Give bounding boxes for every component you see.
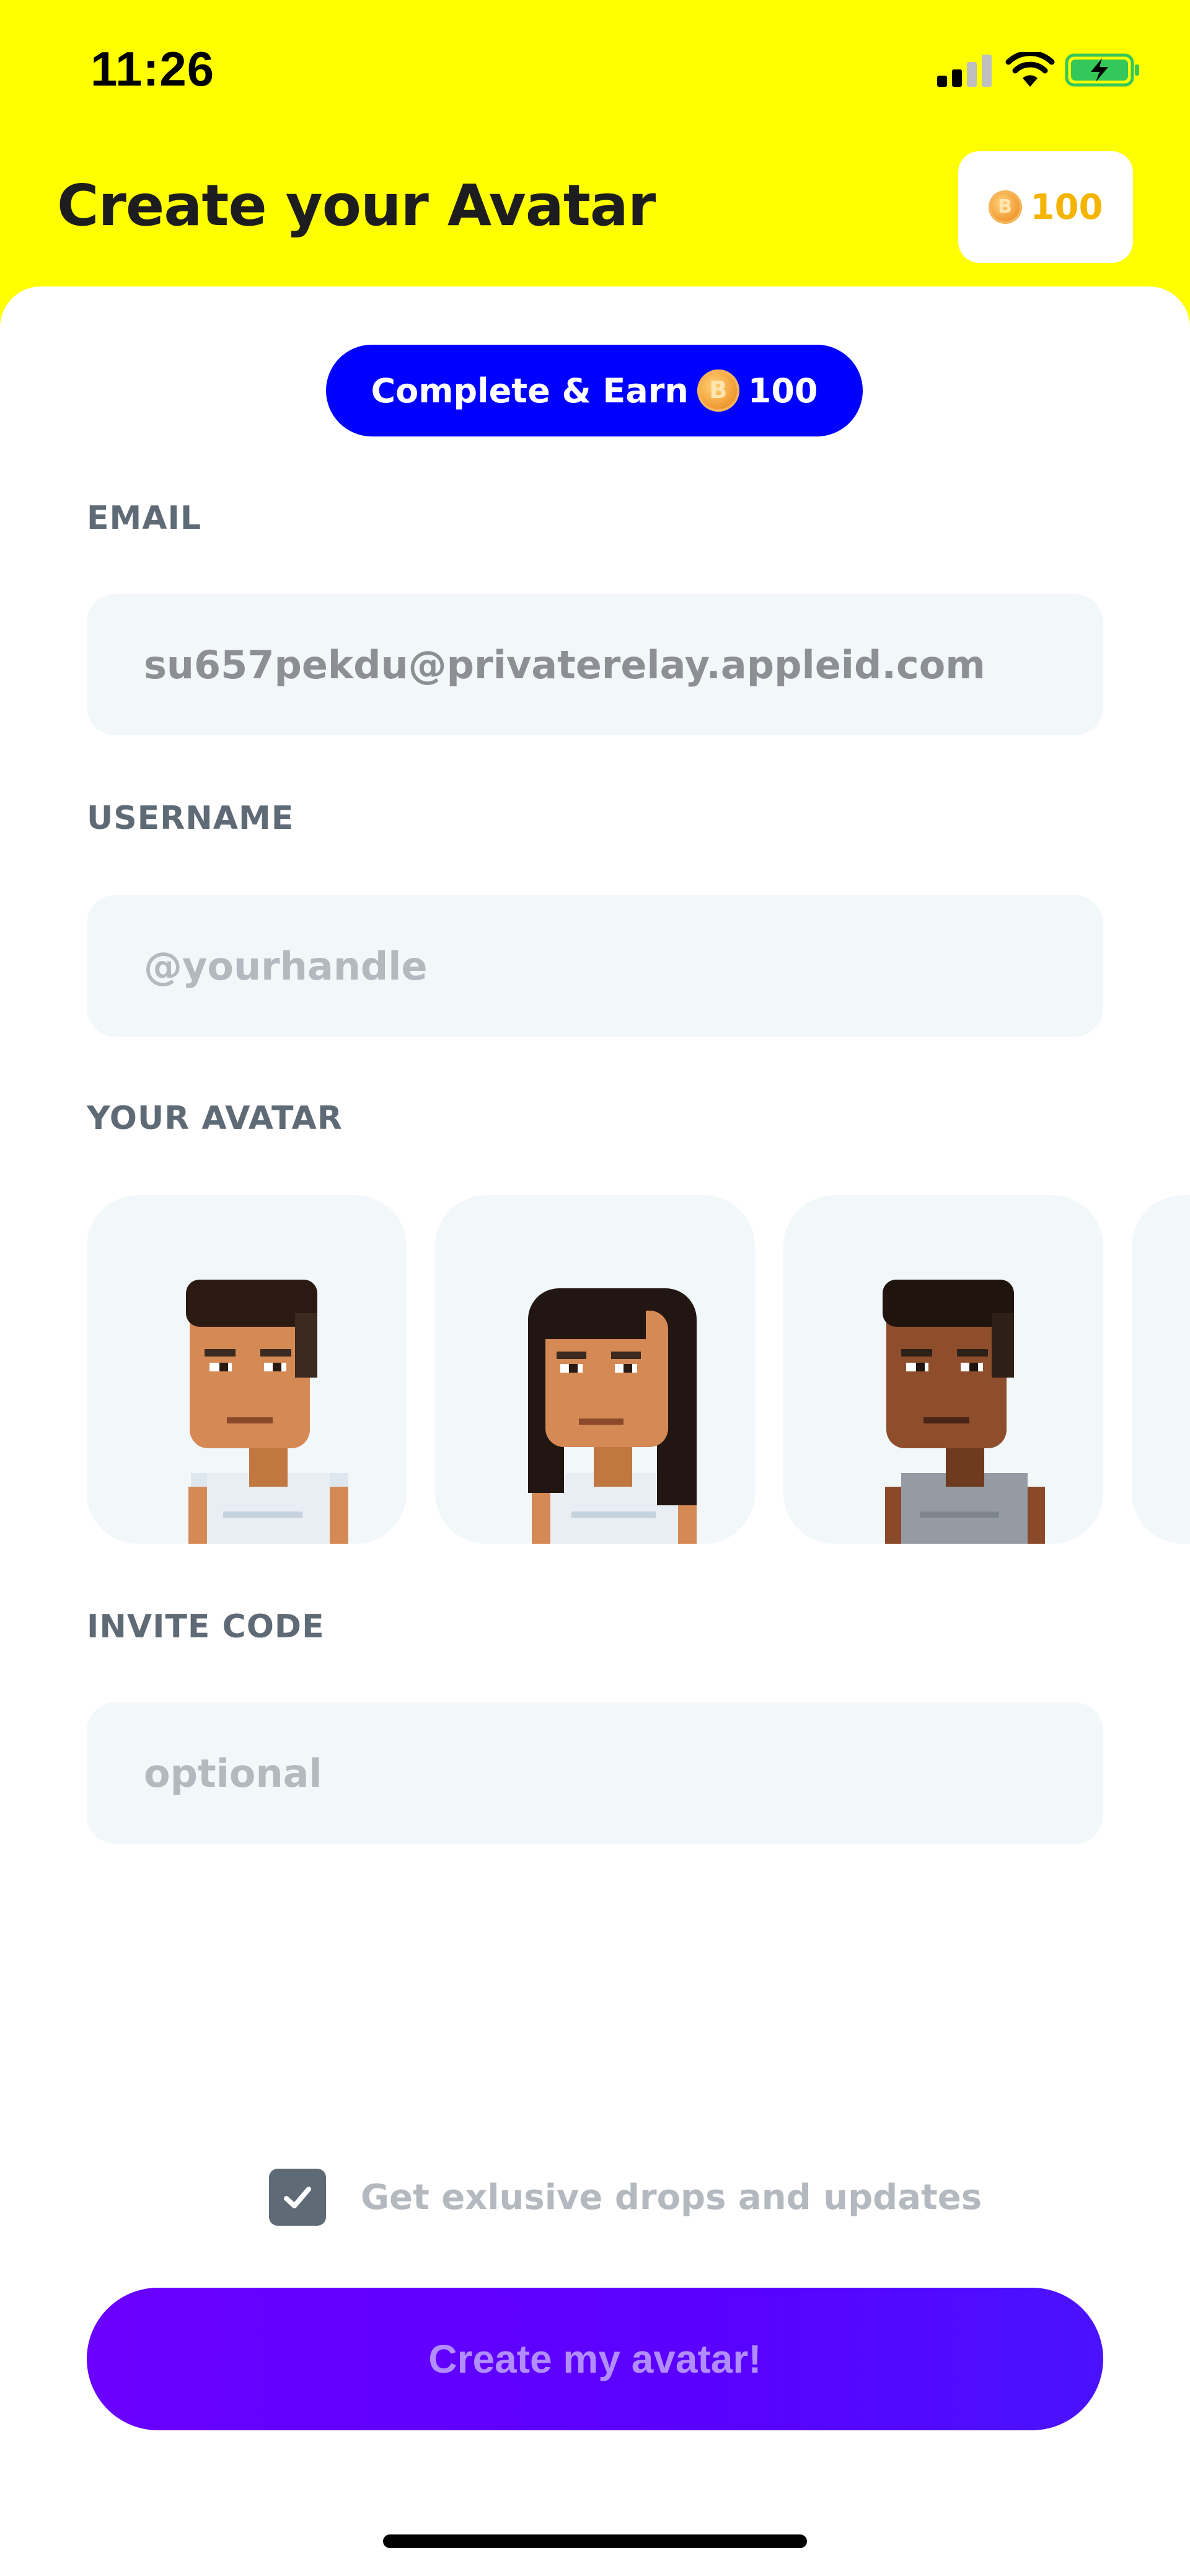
complete-earn-banner: Complete & Earn 100 (326, 345, 863, 436)
coin-balance-value: 100 (1030, 187, 1103, 228)
avatar-option[interactable] (1132, 1195, 1190, 1544)
earn-banner-label: Complete & Earn (371, 371, 689, 410)
status-bar: 11:26 (0, 0, 1190, 143)
earn-banner-amount: 100 (747, 371, 818, 410)
wifi-icon (1005, 52, 1055, 87)
page-title: Create your Avatar (57, 172, 656, 239)
invite-code-label: INVITE CODE (87, 1608, 325, 1645)
pixel-avatar-image (186, 1280, 348, 1544)
create-avatar-button[interactable]: Create my avatar! (87, 2288, 1103, 2430)
battery-charging-icon (1065, 53, 1139, 87)
pixel-avatar-image (883, 1280, 1045, 1544)
email-label: EMAIL (87, 500, 201, 537)
home-indicator (383, 2534, 807, 2548)
username-input[interactable] (87, 895, 1103, 1037)
opt-in-row[interactable]: Get exlusive drops and updates (269, 2169, 982, 2226)
checkmark-icon (284, 2187, 311, 2208)
avatar-option[interactable] (435, 1195, 755, 1544)
invite-code-input[interactable] (87, 1702, 1103, 1844)
opt-in-checkbox[interactable] (269, 2169, 326, 2226)
status-time: 11:26 (90, 42, 215, 96)
avatar-label: YOUR AVATAR (87, 1100, 343, 1137)
avatar-option[interactable] (87, 1195, 407, 1544)
avatar-option[interactable] (783, 1195, 1103, 1544)
opt-in-label: Get exlusive drops and updates (361, 2177, 982, 2218)
username-label: USERNAME (87, 800, 294, 837)
cellular-signal-icon (937, 55, 992, 87)
pixel-avatar-image (528, 1288, 697, 1544)
coin-icon (697, 370, 739, 412)
avatar-carousel[interactable] (87, 1195, 1190, 1544)
coin-balance-badge[interactable]: 100 (958, 151, 1133, 263)
email-field[interactable] (87, 594, 1103, 735)
coin-icon (988, 190, 1022, 224)
